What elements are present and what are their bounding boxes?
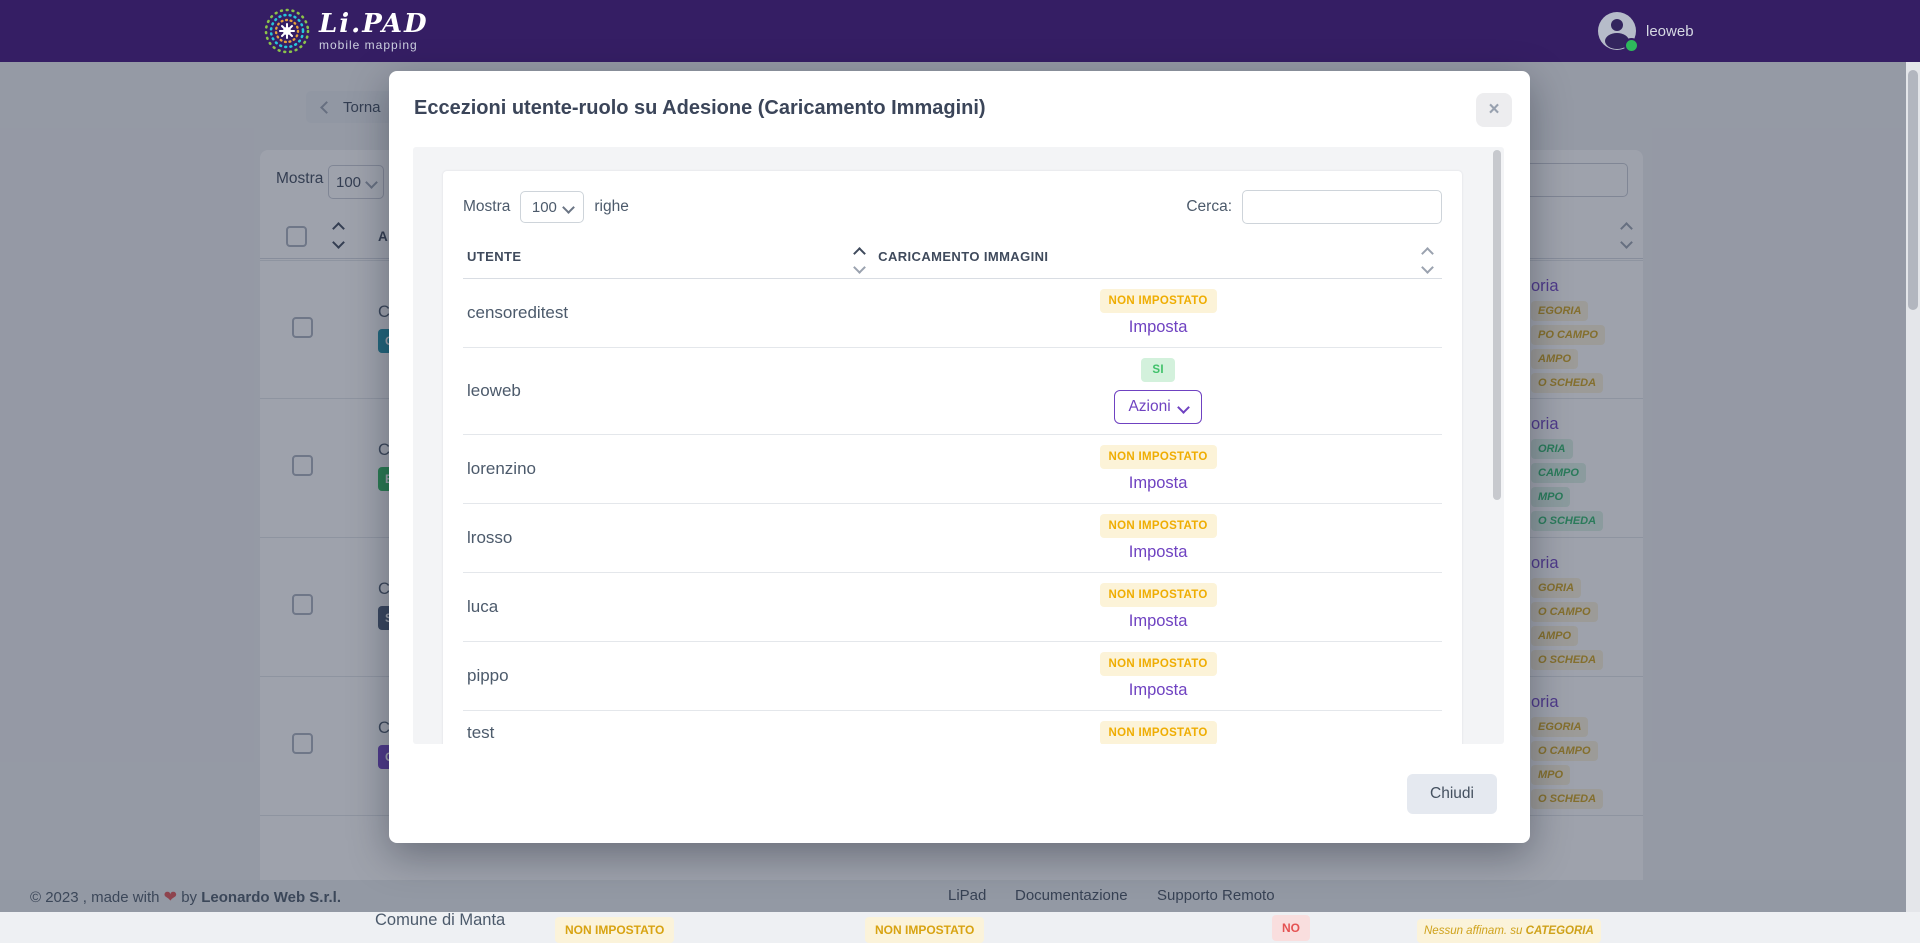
table-row: lorenzino NON IMPOSTATO Imposta [463,435,1442,504]
chevron-down-icon [562,201,575,214]
sort-down-icon [1421,261,1434,274]
refine-prefix: Nessun affinam. su [1424,925,1522,937]
table-row: test NON IMPOSTATO [463,711,1442,745]
modal-scroll-area: Mostra 100 righe Cerca: UTENTE [413,147,1504,744]
imposta-link[interactable]: Imposta [878,543,1438,562]
user-cell: leoweb [463,348,874,435]
modal-header: Eccezioni utente-ruolo su Adesione (Cari… [389,71,1530,147]
brand-name: Li.PAD [319,11,429,37]
sort-up-icon [1421,247,1434,260]
rows-suffix-label: righe [594,198,628,216]
column-header-label: UTENTE [467,249,521,264]
brand-logo-icon [263,7,311,55]
bg-status-badge: NON IMPOSTATO [865,917,984,943]
azioni-label: Azioni [1128,398,1170,416]
sort-icon [1423,249,1432,272]
exceptions-table: UTENTE CARICAMENTO IMMAGINI [463,239,1442,744]
status-badge: SI [1141,358,1174,382]
user-cell: test [463,711,874,745]
user-name: leoweb [1646,23,1694,40]
chiudi-button[interactable]: Chiudi [1407,774,1497,814]
search-label: Cerca: [1186,198,1232,216]
column-header-utente[interactable]: UTENTE [463,239,874,279]
brand-logo[interactable]: Li.PAD mobile mapping [263,7,429,55]
user-cell: censoreditest [463,279,874,348]
page-size-value: 100 [532,199,557,216]
online-status-dot [1624,38,1639,53]
azioni-dropdown-button[interactable]: Azioni [1114,390,1201,424]
imposta-link[interactable]: Imposta [878,612,1438,631]
bg-status-badge: NON IMPOSTATO [555,917,674,943]
column-header-caricamento-immagini[interactable]: CARICAMENTO IMMAGINI [874,239,1442,279]
sort-icon [855,249,864,272]
table-row: leoweb SI Azioni [463,348,1442,435]
refine-term: CATEGORIA [1526,925,1594,937]
page-scrollbar-thumb[interactable] [1908,70,1918,310]
user-cell: lrosso [463,504,874,573]
status-badge: NON IMPOSTATO [1100,583,1217,607]
sort-down-icon [853,261,866,274]
modal-scrollbar[interactable] [1493,150,1501,741]
chevron-down-icon [1177,401,1190,414]
brand-tagline: mobile mapping [319,38,429,52]
status-badge: NON IMPOSTATO [1100,721,1217,744]
user-cell: lorenzino [463,435,874,504]
exceptions-modal: Eccezioni utente-ruolo su Adesione (Cari… [389,71,1530,843]
table-row: luca NON IMPOSTATO Imposta [463,573,1442,642]
user-menu[interactable]: leoweb [1598,12,1694,50]
sort-up-icon [853,247,866,260]
close-icon[interactable]: × [1476,93,1512,127]
status-badge: NON IMPOSTATO [1100,289,1217,313]
bg-refine-badge: Nessun affinam. su CATEGORIA [1417,919,1601,943]
imposta-link[interactable]: Imposta [878,681,1438,700]
modal-title: Eccezioni utente-ruolo su Adesione (Cari… [414,97,986,120]
column-header-label: CARICAMENTO IMMAGINI [878,249,1048,264]
imposta-link[interactable]: Imposta [878,318,1438,337]
table-row: censoreditest NON IMPOSTATO Imposta [463,279,1442,348]
show-label: Mostra [463,198,510,216]
modal-scrollbar-thumb[interactable] [1493,150,1501,500]
user-cell: luca [463,573,874,642]
status-badge: NON IMPOSTATO [1100,445,1217,469]
page-size-select[interactable]: 100 [520,191,584,223]
status-badge: NON IMPOSTATO [1100,514,1217,538]
modal-table-card: Mostra 100 righe Cerca: UTENTE [443,171,1462,744]
table-row: pippo NON IMPOSTATO Imposta [463,642,1442,711]
bg-status-badge: NO [1272,915,1310,941]
app-header: Li.PAD mobile mapping leoweb [0,0,1920,62]
table-row: lrosso NON IMPOSTATO Imposta [463,504,1442,573]
status-badge: NON IMPOSTATO [1100,652,1217,676]
search-input[interactable] [1242,190,1442,224]
page-scrollbar[interactable] [1906,62,1920,912]
modal-footer: Chiudi [389,744,1530,843]
bg-row-name: Comune di Manta [375,911,505,930]
user-cell: pippo [463,642,874,711]
imposta-link[interactable]: Imposta [878,474,1438,493]
